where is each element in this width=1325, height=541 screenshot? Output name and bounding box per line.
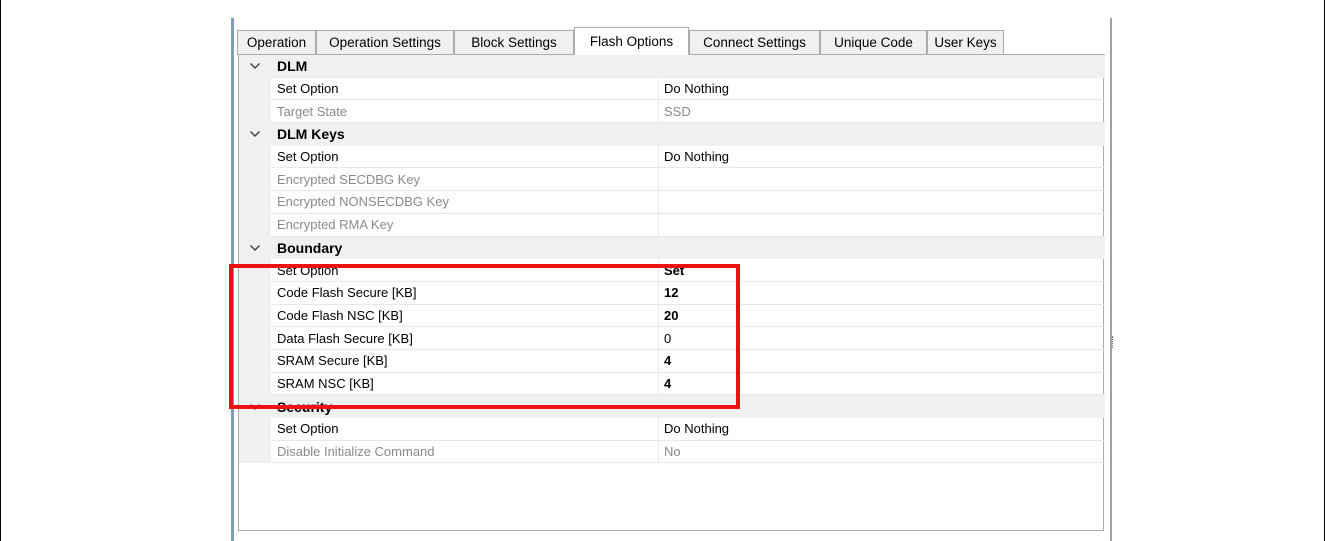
property-row[interactable]: SRAM NSC [KB] 4: [239, 372, 1105, 396]
row-gutter: [239, 259, 271, 282]
property-grid: DLM Set Option Do Nothing Target State SSD DL…: [238, 55, 1105, 531]
row-gutter: [239, 304, 271, 328]
property-value[interactable]: Do Nothing: [659, 146, 1105, 169]
property-name: Target State: [271, 100, 659, 124]
property-row[interactable]: Set Option Do Nothing: [239, 77, 1105, 101]
property-value[interactable]: 4: [659, 350, 1105, 373]
property-name: Data Flash Secure [KB]: [271, 327, 659, 350]
category-filler: [307, 55, 1105, 78]
property-name: Set Option: [271, 418, 659, 441]
property-value: [659, 191, 1105, 214]
property-name: Encrypted SECDBG Key: [271, 168, 659, 192]
category-filler: [332, 395, 1105, 418]
chevron-down-icon: [249, 130, 261, 138]
property-value: No: [659, 441, 1105, 464]
category-label: DLM Keys: [277, 126, 345, 143]
property-value[interactable]: Do Nothing: [659, 418, 1105, 441]
row-gutter: [239, 349, 271, 373]
tab-strip: Operation Operation Settings Block Setting…: [237, 27, 1107, 55]
property-row[interactable]: Set Option Set: [239, 259, 1105, 282]
property-row[interactable]: SRAM Secure [KB] 4: [239, 349, 1105, 373]
category-security[interactable]: Security: [239, 395, 1105, 418]
property-value[interactable]: 0: [659, 327, 1105, 350]
row-gutter: [239, 372, 271, 396]
property-name: SRAM NSC [KB]: [271, 372, 659, 396]
window-right-border: [1110, 18, 1112, 541]
row-gutter: [239, 100, 271, 124]
property-value[interactable]: Do Nothing: [659, 78, 1105, 101]
property-row[interactable]: Set Option Do Nothing: [239, 418, 1105, 441]
property-value[interactable]: 20: [659, 305, 1105, 328]
tab-operation[interactable]: Operation: [237, 30, 316, 54]
category-dlm[interactable]: DLM: [239, 55, 1105, 78]
row-gutter: [239, 145, 271, 169]
tab-user-keys[interactable]: User Keys: [927, 30, 1004, 54]
property-value[interactable]: 12: [659, 282, 1105, 305]
row-gutter: [239, 440, 271, 464]
property-name: Code Flash NSC [KB]: [271, 304, 659, 328]
splitter-grip[interactable]: [1112, 336, 1115, 348]
property-value[interactable]: 4: [659, 373, 1105, 396]
category-filler: [344, 123, 1105, 146]
row-gutter: [239, 168, 271, 192]
property-row: Encrypted NONSECDBG Key: [239, 191, 1105, 214]
property-value: [659, 214, 1105, 237]
property-value: SSD: [659, 100, 1105, 124]
category-filler: [342, 236, 1105, 260]
property-value[interactable]: Set: [659, 259, 1105, 282]
tab-block-settings[interactable]: Block Settings: [454, 30, 574, 54]
property-name: Encrypted NONSECDBG Key: [271, 191, 659, 214]
chevron-down-icon: [249, 244, 261, 252]
property-row[interactable]: Data Flash Secure [KB] 0: [239, 327, 1105, 350]
window-left-border: [231, 18, 234, 541]
property-name: SRAM Secure [KB]: [271, 349, 659, 373]
property-row: Disable Initialize Command No: [239, 440, 1105, 464]
category-expander[interactable]: [239, 123, 271, 146]
property-row[interactable]: Set Option Do Nothing: [239, 145, 1105, 169]
property-value: [659, 168, 1105, 192]
chevron-down-icon: [249, 62, 261, 70]
row-gutter: [239, 281, 271, 305]
category-label: Security: [277, 398, 333, 415]
category-expander[interactable]: [239, 55, 271, 78]
property-row[interactable]: Code Flash Secure [KB] 12: [239, 281, 1105, 305]
property-grid-rows: DLM Set Option Do Nothing Target State SSD DL…: [239, 55, 1105, 464]
row-gutter: [239, 191, 271, 214]
property-row: Target State SSD: [239, 100, 1105, 124]
property-name: Set Option: [271, 259, 659, 282]
category-label: DLM: [277, 58, 308, 75]
tab-connect-settings[interactable]: Connect Settings: [689, 30, 820, 54]
property-name: Encrypted RMA Key: [271, 213, 659, 237]
property-name: Set Option: [271, 145, 659, 169]
property-name: Code Flash Secure [KB]: [271, 281, 659, 305]
property-row: Encrypted SECDBG Key: [239, 168, 1105, 192]
category-expander[interactable]: [239, 395, 271, 418]
category-expander[interactable]: [239, 236, 271, 260]
row-gutter: [239, 327, 271, 350]
tab-operation-settings[interactable]: Operation Settings: [316, 30, 454, 54]
chevron-down-icon: [249, 403, 261, 411]
row-gutter: [239, 213, 271, 237]
row-gutter: [239, 77, 271, 101]
property-row: Encrypted RMA Key: [239, 213, 1105, 237]
property-name: Disable Initialize Command: [271, 440, 659, 464]
category-boundary[interactable]: Boundary: [239, 236, 1105, 260]
tab-flash-options[interactable]: Flash Options: [574, 27, 689, 55]
tab-unique-code[interactable]: Unique Code: [820, 30, 927, 54]
category-label: Boundary: [277, 239, 343, 256]
row-gutter: [239, 418, 271, 441]
property-name: Set Option: [271, 77, 659, 101]
property-row[interactable]: Code Flash NSC [KB] 20: [239, 304, 1105, 328]
category-dlm-keys[interactable]: DLM Keys: [239, 123, 1105, 146]
